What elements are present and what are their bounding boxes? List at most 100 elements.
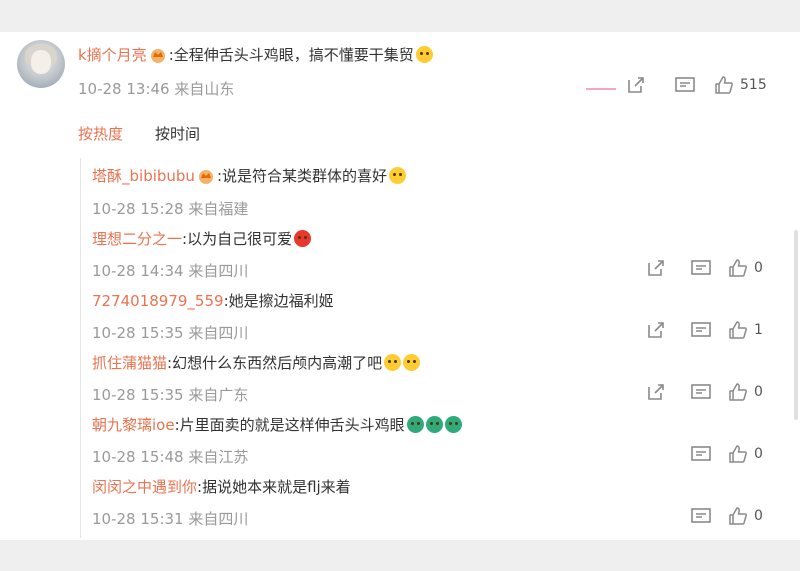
crown-badge-icon xyxy=(150,49,165,63)
reply-meta: 10-28 15:28 来自福建 xyxy=(92,198,248,219)
reply-meta: 10-28 15:35 来自四川 xyxy=(92,322,248,343)
share-button[interactable] xyxy=(646,382,666,402)
reply-text: :据说她本来就是flj来着 xyxy=(197,478,351,496)
share-button[interactable] xyxy=(626,75,646,95)
thumbs-up-icon xyxy=(729,259,747,277)
emoji-icon xyxy=(389,167,406,184)
thumbs-up-icon xyxy=(729,445,747,463)
like-button[interactable]: 1 xyxy=(728,320,763,340)
comment-button[interactable] xyxy=(690,382,712,402)
reply-username[interactable]: 闵闵之中遇到你 xyxy=(92,478,197,496)
reply-username[interactable]: 理想二分之一 xyxy=(92,230,182,248)
comment-icon xyxy=(691,260,711,275)
emoji-icon xyxy=(406,416,424,433)
like-count: 515 xyxy=(740,77,767,93)
emoji-icon xyxy=(384,354,402,371)
reply-time: 10-28 14:34 xyxy=(92,262,184,280)
main-comment-text: :全程伸舌头斗鸡眼，搞不懂要干集贸 xyxy=(168,46,414,64)
thumbs-up-icon xyxy=(729,383,747,401)
reply-username[interactable]: 朝九黎璃ioe xyxy=(92,416,175,434)
thumbs-up-icon xyxy=(715,76,733,94)
share-icon xyxy=(648,260,664,276)
reply-actions: 0 xyxy=(690,444,763,464)
crown-badge-icon xyxy=(198,170,213,184)
reply-time: 10-28 15:35 xyxy=(92,324,184,342)
comment-icon xyxy=(691,384,711,399)
main-comment-location: 来自山东 xyxy=(174,80,235,98)
like-count: 0 xyxy=(754,260,763,276)
reply-line: 朝九黎璃ioe:片里面卖的就是这样伸舌头斗鸡眼 xyxy=(92,414,462,435)
highlight-bar xyxy=(586,88,616,90)
emoji-icon xyxy=(444,416,462,433)
emoji-icon xyxy=(415,46,433,63)
comment-icon xyxy=(691,446,711,461)
thread-divider xyxy=(80,158,81,538)
like-count: 0 xyxy=(754,508,763,524)
comment-icon xyxy=(675,77,695,92)
reply-actions: 0 xyxy=(646,382,763,402)
comment-icon xyxy=(691,322,711,337)
main-comment-line: k摘个月亮 :全程伸舌头斗鸡眼，搞不懂要干集贸 xyxy=(78,44,433,65)
reply-line: 闵闵之中遇到你:据说她本来就是flj来着 xyxy=(92,476,351,497)
comment-button[interactable] xyxy=(690,444,712,464)
reply-actions: 1 xyxy=(646,320,763,340)
comment-button[interactable] xyxy=(674,75,696,95)
reply-meta: 10-28 15:35 来自广东 xyxy=(92,384,248,405)
comment-button[interactable] xyxy=(690,258,712,278)
reply-time: 10-28 15:31 xyxy=(92,510,184,528)
reply-meta: 10-28 15:31 来自四川 xyxy=(92,508,248,529)
reply-line: 塔酥_bibibubu :说是符合某类群体的喜好 xyxy=(92,165,406,186)
emoji-icon xyxy=(425,416,443,433)
comment-button[interactable] xyxy=(690,320,712,340)
reply-actions: 0 xyxy=(690,506,763,526)
thumbs-up-icon xyxy=(729,507,747,525)
scrollbar[interactable] xyxy=(794,230,798,420)
reply-username[interactable]: 7274018979_559 xyxy=(92,292,224,310)
tab-sort-time[interactable]: 按时间 xyxy=(155,123,200,144)
like-button[interactable]: 0 xyxy=(728,382,763,402)
share-icon xyxy=(648,322,664,338)
like-button[interactable]: 0 xyxy=(728,258,763,278)
main-comment-meta: 10-28 13:46 来自山东 xyxy=(78,78,234,99)
main-comment-actions: 515 xyxy=(626,75,767,95)
reply-location: 来自四川 xyxy=(188,510,249,528)
main-comment-username[interactable]: k摘个月亮 xyxy=(78,46,147,64)
reply-text: :幻想什么东西然后颅内高潮了吧 xyxy=(167,354,383,372)
tab-sort-hot[interactable]: 按热度 xyxy=(78,123,123,144)
bottom-frame xyxy=(0,540,800,571)
reply-text: :说是符合某类群体的喜好 xyxy=(216,167,387,185)
reply-time: 10-28 15:48 xyxy=(92,448,184,466)
like-button[interactable]: 515 xyxy=(714,75,767,95)
reply-location: 来自江苏 xyxy=(188,448,249,466)
reply-location: 来自福建 xyxy=(188,200,249,218)
reply-time: 10-28 15:35 xyxy=(92,386,184,404)
reply-location: 来自四川 xyxy=(188,324,249,342)
like-count: 0 xyxy=(754,384,763,400)
like-count: 0 xyxy=(754,446,763,462)
emoji-icon xyxy=(403,354,421,371)
avatar[interactable] xyxy=(17,40,65,88)
reply-text: :片里面卖的就是这样伸舌头斗鸡眼 xyxy=(174,416,405,434)
reply-line: 7274018979_559:她是擦边福利姬 xyxy=(92,290,334,311)
reply-username[interactable]: 塔酥_bibibubu xyxy=(92,167,195,185)
comment-icon xyxy=(691,508,711,523)
reply-line: 抓住蒲猫猫:幻想什么东西然后颅内高潮了吧 xyxy=(92,352,421,373)
reply-text: :她是擦边福利姬 xyxy=(223,292,334,310)
thumbs-up-icon xyxy=(729,321,747,339)
share-icon xyxy=(648,384,664,400)
reply-username[interactable]: 抓住蒲猫猫 xyxy=(92,354,167,372)
like-button[interactable]: 0 xyxy=(728,444,763,464)
comment-button[interactable] xyxy=(690,506,712,526)
reply-location: 来自广东 xyxy=(188,386,249,404)
like-button[interactable]: 0 xyxy=(728,506,763,526)
share-button[interactable] xyxy=(646,258,666,278)
share-icon xyxy=(628,77,644,93)
reply-text: :以为自己很可爱 xyxy=(182,230,293,248)
share-button[interactable] xyxy=(646,320,666,340)
emoji-icon xyxy=(294,230,312,247)
reply-actions: 0 xyxy=(646,258,763,278)
like-count: 1 xyxy=(754,322,763,338)
reply-meta: 10-28 14:34 来自四川 xyxy=(92,260,248,281)
reply-time: 10-28 15:28 xyxy=(92,200,184,218)
reply-meta: 10-28 15:48 来自江苏 xyxy=(92,446,248,467)
